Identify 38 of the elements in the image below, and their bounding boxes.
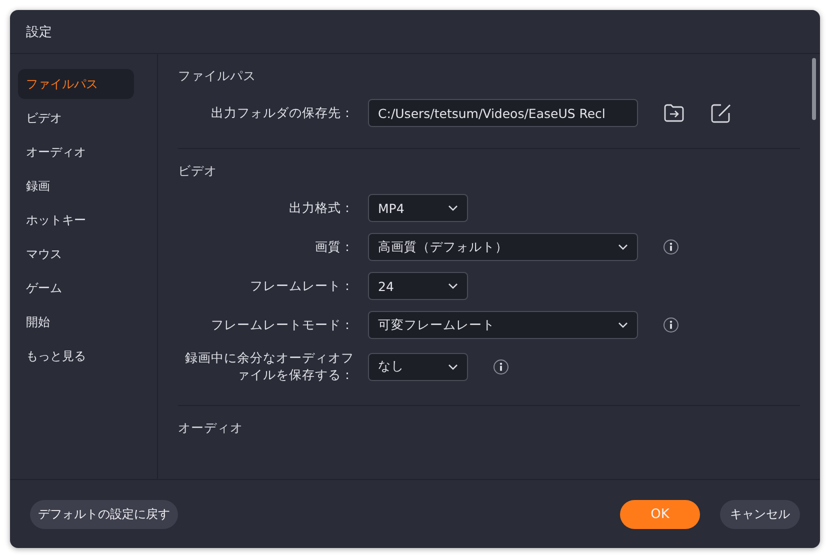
info-icon[interactable] — [663, 239, 679, 255]
dropdown[interactable]: 可変フレームレート — [368, 311, 638, 339]
field-label: 画質： — [314, 238, 355, 256]
sidebar-item[interactable]: 開始 — [18, 307, 134, 337]
section-heading: オーディオ — [178, 420, 244, 437]
info-icon[interactable] — [493, 358, 509, 375]
scrollbar-thumb[interactable] — [812, 58, 816, 120]
sidebar-item[interactable]: もっと見る — [18, 341, 134, 371]
dropdown[interactable]: 24 — [368, 272, 468, 300]
sidebar-item[interactable]: ファイルパス — [18, 69, 134, 99]
dropdown[interactable]: MP4 — [368, 194, 468, 222]
info-icon[interactable] — [663, 317, 679, 333]
dropdown[interactable]: 高画質（デフォルト） — [368, 233, 638, 261]
chevron-down-icon — [448, 364, 458, 370]
field-label: 録画中に余分なオーディオファイルを保存する： — [184, 350, 355, 384]
sidebar-item[interactable]: ビデオ — [18, 103, 134, 133]
field-label: フレームレート： — [249, 278, 355, 294]
chevron-down-icon — [618, 322, 628, 328]
chevron-down-icon — [448, 205, 458, 211]
chevron-down-icon — [448, 283, 458, 289]
sidebar-item[interactable]: オーディオ — [18, 137, 134, 167]
chevron-down-icon — [618, 244, 628, 250]
cancel-button[interactable]: キャンセル — [720, 500, 800, 528]
field-label: フレームレートモード： — [210, 316, 355, 334]
sidebar-item[interactable]: ホットキー — [18, 205, 134, 235]
folder-path-field[interactable]: C:/Users/tetsum/Videos/EaseUS Recl — [368, 99, 638, 127]
sidebar-item[interactable]: 録画 — [18, 171, 134, 201]
field-label: 出力フォルダの保存先： — [210, 104, 355, 122]
folder-icon[interactable] — [663, 103, 685, 123]
sidebar-item[interactable]: ゲーム — [18, 273, 134, 303]
dropdown[interactable]: なし — [368, 352, 468, 381]
field-label: 出力格式： — [288, 200, 355, 216]
section-heading: ビデオ — [178, 163, 218, 180]
sidebar-item[interactable]: マウス — [18, 239, 134, 269]
reset-defaults-button[interactable]: デフォルトの設定に戻す — [30, 500, 178, 528]
section-heading: ファイルパス — [178, 68, 257, 85]
edit-icon[interactable] — [710, 102, 732, 124]
window-title: 設定 — [26, 24, 52, 40]
